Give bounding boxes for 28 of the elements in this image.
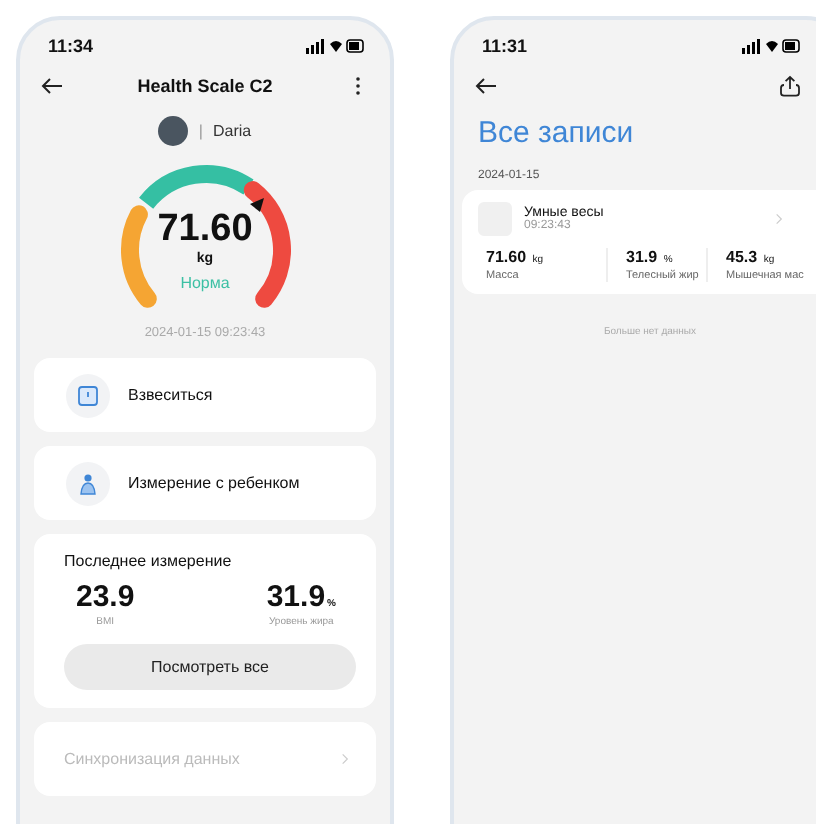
weight-status: Норма: [180, 274, 230, 292]
status-time: 11:34: [48, 36, 94, 56]
baby-icon: [76, 471, 100, 495]
separator: |: [198, 122, 203, 140]
user-name[interactable]: Daria: [212, 122, 252, 140]
back-arrow-icon[interactable]: [40, 74, 64, 98]
card-title: Последнее измерение: [64, 552, 234, 570]
screen-title: Health Scale C2: [137, 76, 273, 96]
status-time: 11:31: [482, 36, 528, 56]
share-icon[interactable]: [778, 74, 802, 98]
action-label: Взвеситься: [128, 386, 213, 404]
weight-value: 71.60: [157, 210, 253, 250]
back-arrow-icon[interactable]: [474, 74, 498, 98]
action-label: Измерение с ребенком: [128, 474, 300, 492]
gauge-arc-normal: [138, 165, 253, 210]
gauge-arc-low: [120, 205, 156, 308]
status-icons: [306, 38, 366, 54]
view-all-button[interactable]: Посмотреть все: [64, 644, 356, 690]
avatar[interactable]: [158, 116, 189, 146]
metric-value: 23.9: [76, 580, 135, 614]
page-title: Все записи: [476, 114, 636, 150]
chevron-right-icon: [772, 212, 786, 226]
scale-icon: [76, 383, 100, 407]
action-card[interactable]: Взвеситься: [34, 358, 376, 432]
status-icons: [742, 38, 802, 54]
pointer-icon: [249, 198, 263, 212]
action-card[interactable]: Измерение с ребенком: [34, 446, 376, 520]
chevron-right-icon: [338, 752, 352, 766]
